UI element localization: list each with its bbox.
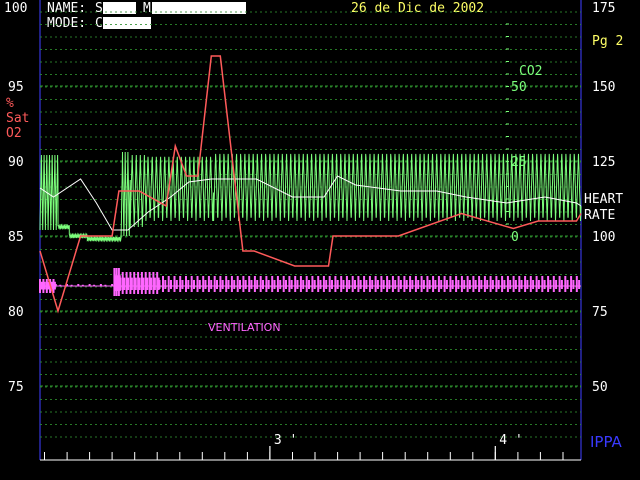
name-label: NAME: xyxy=(47,1,86,16)
ventilation-label: VENTILATION xyxy=(208,321,281,334)
page-number: Pg 2 xyxy=(592,34,623,49)
left-axis-tick-label: 80 xyxy=(8,305,24,320)
series-layer xyxy=(39,55,582,314)
time-axis-tick-label: 3 ' xyxy=(274,433,297,448)
left-axis-top-tick: 100 xyxy=(4,1,27,16)
sat-axis-label: % Sat O2 xyxy=(6,96,29,141)
mode-initial: C xyxy=(95,16,103,31)
left-axis-tick-label: 85 xyxy=(8,230,24,245)
hr-label-line-2: RATE xyxy=(584,208,615,223)
right-axis-tick-label: 125 xyxy=(592,155,615,170)
hr-label-line-1: HEART xyxy=(584,192,623,207)
sat-label-line-3: O2 xyxy=(6,126,22,141)
patient-surname-initial: M xyxy=(143,1,151,16)
left-axis-tick-label: 75 xyxy=(8,380,24,395)
right-axis-tick-label: 150 xyxy=(592,80,615,95)
right-axis-tick-label: 75 xyxy=(592,305,608,320)
left-axis-tick-label: 95 xyxy=(8,80,24,95)
co2-axis-tick-label: 50 xyxy=(511,80,527,95)
date-text: 26 de Dic de 2002 xyxy=(351,1,484,16)
right-axis-tick-label: 175 xyxy=(592,1,615,16)
heart-rate-axis-label: HEART RATE xyxy=(584,192,623,223)
right-axis-tick-label: 50 xyxy=(592,380,608,395)
mode-label: MODE: xyxy=(47,16,86,31)
ventilation-series-waveform xyxy=(39,268,581,296)
patient-name-initial: S xyxy=(95,1,103,16)
right-axis-tick-label: 100 xyxy=(592,230,615,245)
co2-axis-tick-label: 0 xyxy=(511,230,519,245)
left-axis-tick-label: 90 xyxy=(8,155,24,170)
ippa-label: IPPA xyxy=(590,433,623,451)
sat-label-line-2: Sat xyxy=(6,111,29,126)
redacted-mode-block xyxy=(103,17,151,29)
sat-label-line-1: % xyxy=(6,96,14,111)
co2-axis-label: CO2 xyxy=(519,64,542,79)
time-axis-tick-label: 4 ' xyxy=(499,433,522,448)
patient-monitor-chart: 100 NAME: S M MODE: C 26 de Dic de 2002 … xyxy=(4,0,623,461)
co2-series-line xyxy=(39,151,582,243)
